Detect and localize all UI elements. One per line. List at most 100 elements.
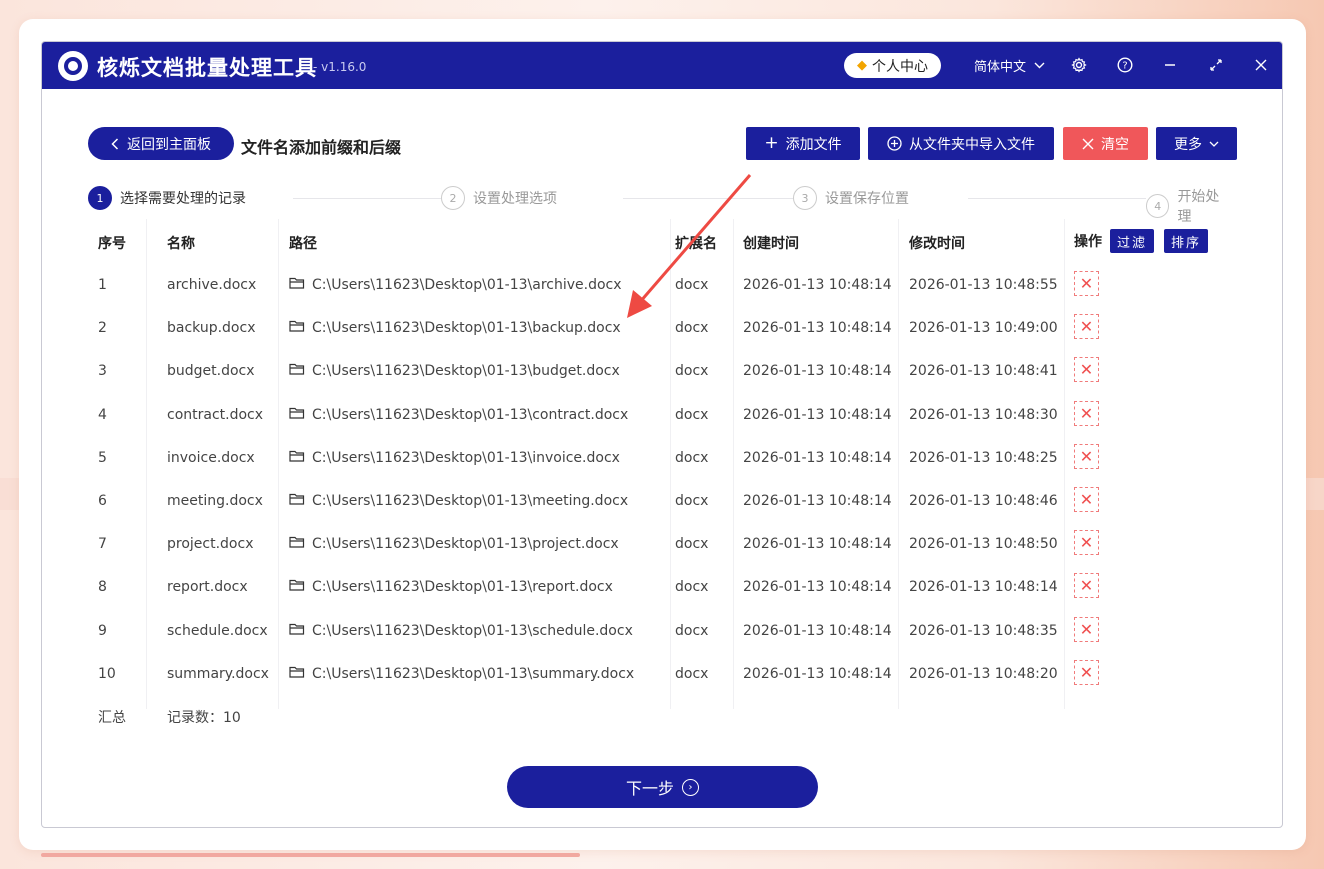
header-name[interactable]: 名称 [167, 233, 195, 253]
help-icon[interactable]: ? [1114, 54, 1136, 76]
gear-icon[interactable] [1068, 54, 1090, 76]
row-index: 7 [98, 536, 107, 553]
step-1: 1 选择需要处理的记录 [88, 186, 252, 210]
summary-label: 汇总 [98, 709, 126, 726]
main-content: 返回到主面板 文件名添加前缀和后缀 + 添加文件 从文件夹中导入文件 清空 更多… [42, 89, 1282, 827]
row-path-text: C:\Users\11623\Desktop\01-13\archive.doc… [312, 277, 622, 293]
import-folder-button[interactable]: 从文件夹中导入文件 [868, 127, 1054, 160]
row-path-text: C:\Users\11623\Desktop\01-13\schedule.do… [312, 622, 633, 639]
user-center-label: 个人中心 [872, 58, 928, 75]
folder-icon [289, 450, 305, 462]
plus-circle-icon [887, 136, 902, 151]
delete-icon[interactable]: ✕ [1074, 616, 1099, 642]
folder-icon [289, 623, 305, 635]
add-file-button[interactable]: + 添加文件 [746, 127, 860, 160]
app-version: - v1.16.0 [313, 60, 367, 74]
user-center-button[interactable]: ◆ 个人中心 [844, 53, 941, 78]
row-path: C:\Users\11623\Desktop\01-13\project.doc… [289, 536, 619, 552]
table-row[interactable]: 5 invoice.docx C:\Users\11623\Desktop\01-1… [88, 436, 1236, 479]
header-modified[interactable]: 修改时间 [909, 233, 965, 253]
row-created: 2026-01-13 10:48:14 [743, 536, 892, 553]
table-body: 1 archive.docx C:\Users\11623\Desktop\01-1… [88, 263, 1236, 695]
delete-icon[interactable]: ✕ [1074, 573, 1099, 599]
table-row[interactable]: 8 report.docx C:\Users\11623\Desktop\01-13… [88, 565, 1236, 608]
row-path: C:\Users\11623\Desktop\01-13\archive.doc… [289, 277, 622, 293]
row-modified: 2026-01-13 10:48:30 [909, 406, 1058, 423]
row-index: 6 [98, 492, 107, 509]
table-row[interactable]: 6 meeting.docx C:\Users\11623\Desktop\01-1… [88, 479, 1236, 522]
row-path-text: C:\Users\11623\Desktop\01-13\backup.docx [312, 320, 621, 337]
delete-icon[interactable]: ✕ [1074, 271, 1099, 296]
delete-icon[interactable]: ✕ [1074, 314, 1099, 340]
row-created: 2026-01-13 10:48:14 [743, 622, 892, 639]
more-label: 更多 [1174, 136, 1202, 153]
row-index: 4 [98, 406, 107, 423]
row-name: backup.docx [167, 320, 256, 337]
row-ext: docx [675, 406, 709, 423]
delete-icon[interactable]: ✕ [1074, 530, 1099, 556]
delete-icon[interactable]: ✕ [1074, 659, 1099, 685]
row-name: invoice.docx [167, 449, 255, 466]
row-name: meeting.docx [167, 492, 263, 509]
row-index: 1 [98, 277, 107, 293]
clear-button[interactable]: 清空 [1063, 127, 1148, 160]
row-created: 2026-01-13 10:48:14 [743, 449, 892, 466]
record-count: 记录数：10 [167, 709, 241, 726]
header-path[interactable]: 路径 [289, 233, 317, 253]
row-path: C:\Users\11623\Desktop\01-13\summary.doc… [289, 666, 634, 682]
header-created[interactable]: 创建时间 [743, 233, 799, 253]
row-ext: docx [675, 579, 709, 596]
header-index[interactable]: 序号 [98, 233, 126, 253]
delete-icon[interactable]: ✕ [1074, 443, 1099, 469]
row-name: budget.docx [167, 363, 255, 380]
row-ext: docx [675, 536, 709, 553]
app-window: 核烁文档批量处理工具 - v1.16.0 ◆ 个人中心 简体中文 ? 返回到主面… [41, 41, 1283, 828]
row-path: C:\Users\11623\Desktop\01-13\budget.docx [289, 363, 620, 379]
next-label: 下一步 [625, 779, 674, 798]
row-modified: 2026-01-13 10:48:41 [909, 363, 1058, 380]
table-summary: 汇总 记录数：10 [88, 695, 1236, 735]
language-label: 简体中文 [974, 60, 1027, 75]
row-path-text: C:\Users\11623\Desktop\01-13\contract.do… [312, 406, 629, 423]
filter-button[interactable]: 过滤 [1110, 229, 1155, 253]
folder-icon [289, 364, 305, 375]
folder-icon [289, 493, 305, 505]
row-path: C:\Users\11623\Desktop\01-13\report.docx [289, 579, 613, 595]
row-name: report.docx [167, 579, 248, 596]
table-row[interactable]: 4 contract.docx C:\Users\11623\Desktop\01-… [88, 393, 1236, 436]
close-icon[interactable] [1250, 54, 1272, 76]
more-button[interactable]: 更多 [1156, 127, 1237, 160]
back-to-main-button[interactable]: 返回到主面板 [88, 127, 234, 160]
expand-icon[interactable] [1205, 54, 1227, 76]
table-row[interactable]: 3 budget.docx C:\Users\11623\Desktop\01-13… [88, 349, 1236, 392]
row-ext: docx [675, 277, 709, 293]
delete-icon[interactable]: ✕ [1074, 357, 1099, 383]
row-index: 9 [98, 622, 107, 639]
header-ext[interactable]: 扩展名 [675, 233, 717, 253]
table-row[interactable]: 10 summary.docx C:\Users\11623\Desktop\01-… [88, 652, 1236, 695]
table-row[interactable]: 1 archive.docx C:\Users\11623\Desktop\01-1… [88, 263, 1236, 306]
step-label: 设置处理选项 [473, 191, 557, 207]
minimize-icon[interactable] [1159, 54, 1181, 76]
back-chevron-icon [111, 137, 119, 150]
table-row[interactable]: 9 schedule.docx C:\Users\11623\Desktop\01-… [88, 609, 1236, 652]
file-table: 序号 名称 路径 扩展名 创建时间 修改时间 操作 过滤 排序 1 archive… [88, 219, 1236, 735]
folder-icon [289, 666, 305, 678]
sort-button[interactable]: 排序 [1164, 229, 1209, 253]
header-ops-label: 操作 [1074, 234, 1102, 250]
step-label: 设置保存位置 [825, 191, 909, 207]
next-step-button[interactable]: 下一步 › [507, 766, 818, 808]
table-row[interactable]: 7 project.docx C:\Users\11623\Desktop\01-1… [88, 522, 1236, 565]
table-row[interactable]: 2 backup.docx C:\Users\11623\Desktop\01-13… [88, 306, 1236, 349]
row-path-text: C:\Users\11623\Desktop\01-13\report.docx [312, 579, 613, 596]
step-number: 3 [793, 186, 817, 210]
row-created: 2026-01-13 10:48:14 [743, 492, 892, 509]
row-modified: 2026-01-13 10:48:14 [909, 579, 1058, 596]
page-title: 文件名添加前缀和后缀 [241, 138, 402, 157]
row-created: 2026-01-13 10:48:14 [743, 320, 892, 337]
delete-icon[interactable]: ✕ [1074, 400, 1099, 426]
delete-icon[interactable]: ✕ [1074, 486, 1099, 512]
language-select[interactable]: 简体中文 [974, 56, 1045, 75]
row-path: C:\Users\11623\Desktop\01-13\backup.docx [289, 320, 621, 336]
folder-icon [289, 277, 305, 289]
